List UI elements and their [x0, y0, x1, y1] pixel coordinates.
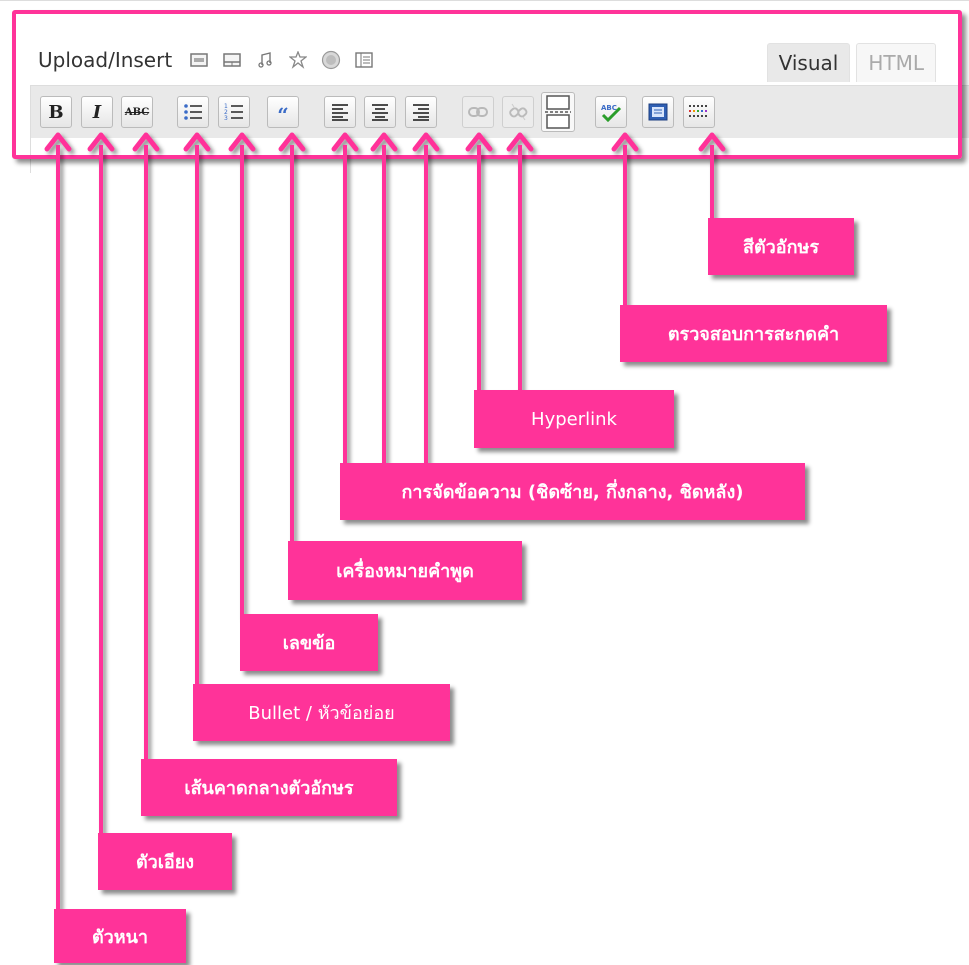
callout-numbered: เลขข้อ — [240, 614, 378, 671]
callout-hyperlink: Hyperlink — [474, 390, 674, 448]
callout-strikethrough: เส้นคาดกลางตัวอักษร — [141, 759, 397, 816]
callout-italic: ตัวเอียง — [98, 833, 232, 890]
callout-bullet: Bullet / หัวข้อย่อย — [193, 684, 450, 741]
arrow-italic — [87, 132, 115, 836]
arrow-link — [465, 132, 493, 393]
arrow-align-center — [370, 132, 398, 466]
arrow-unlink — [506, 132, 534, 393]
arrow-quote — [278, 132, 306, 544]
arrow-align-right — [412, 132, 440, 466]
arrow-spellcheck — [611, 132, 639, 308]
arrow-bold — [44, 132, 72, 912]
arrow-text-color — [698, 132, 726, 221]
arrow-strikethrough — [132, 132, 160, 762]
callout-quote: เครื่องหมายคำพูด — [288, 541, 522, 600]
arrow-bullet — [183, 132, 211, 687]
arrow-align-left — [331, 132, 359, 466]
callout-bold: ตัวหนา — [54, 909, 186, 963]
callout-text-color: สีตัวอักษร — [708, 218, 854, 275]
callout-align: การจัดข้อความ (ชิดซ้าย, กึ่งกลาง, ชิดหลั… — [340, 463, 805, 520]
callout-spellcheck: ตรวจสอบการสะกดคำ — [620, 305, 887, 362]
arrow-numbered — [228, 132, 256, 617]
